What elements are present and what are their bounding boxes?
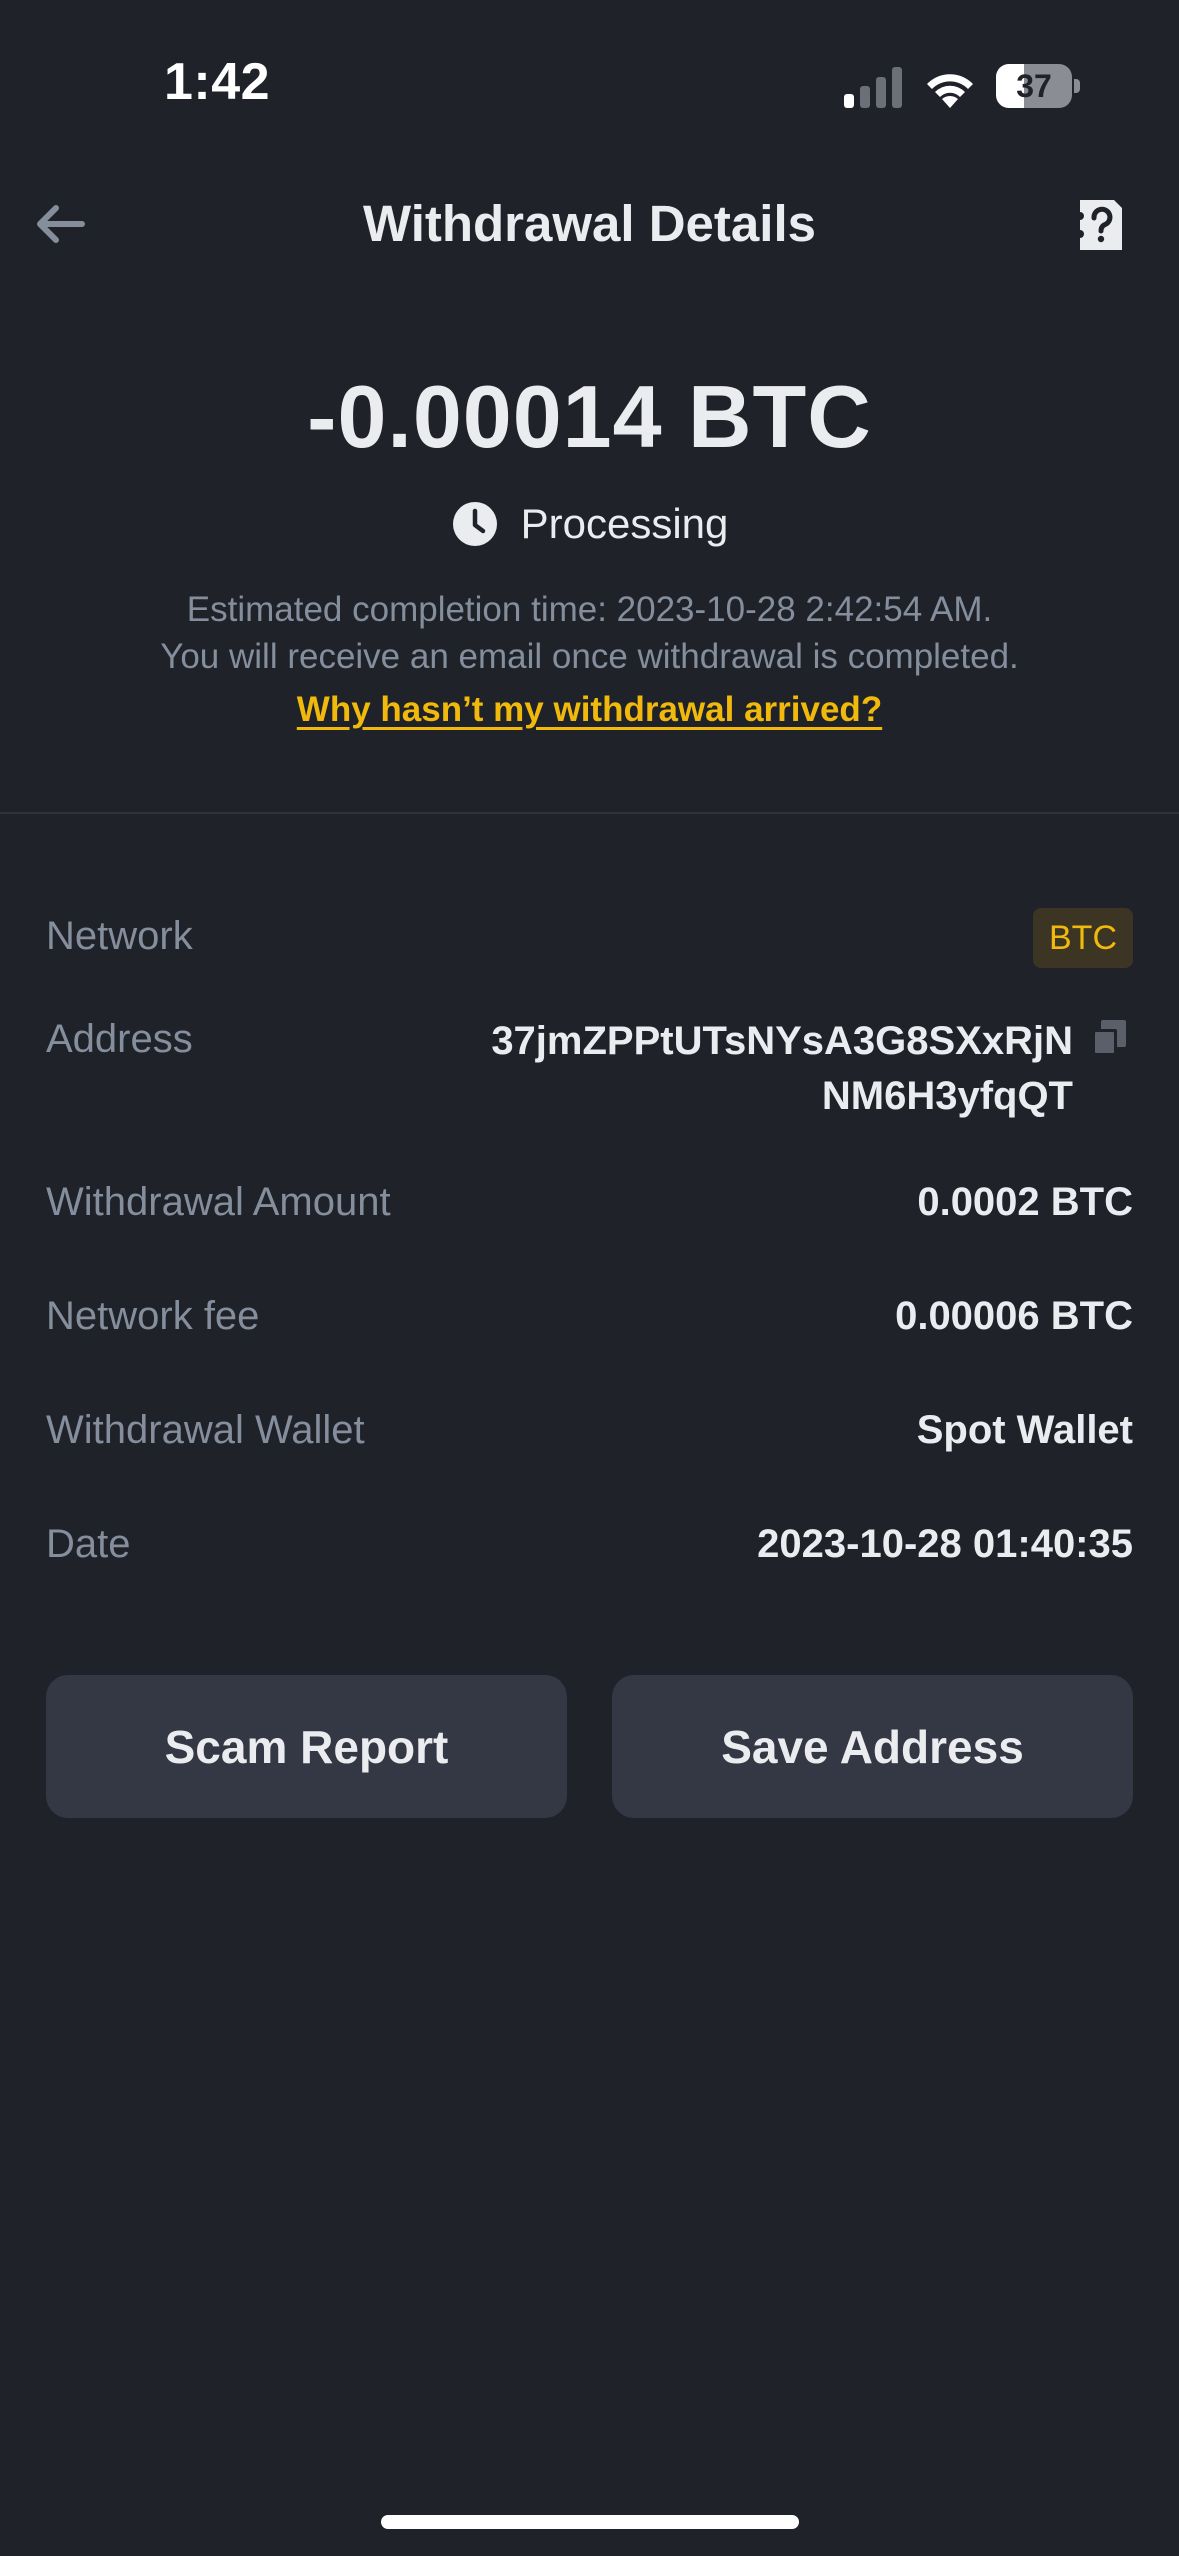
network-fee-label: Network fee	[46, 1294, 260, 1338]
status-text: Processing	[520, 500, 729, 547]
address-line-2: NM6H3yfqQT	[821, 1074, 1073, 1118]
copy-icon[interactable]	[1090, 1018, 1128, 1058]
status-bar: 1:42 37	[0, 0, 1179, 170]
date-label: Date	[46, 1522, 131, 1566]
withdrawal-wallet-value: Spot Wallet	[916, 1408, 1133, 1452]
save-address-button[interactable]: Save Address	[612, 1675, 1133, 1818]
why-not-arrived-link[interactable]: Why hasn’t my withdrawal arrived?	[0, 690, 1179, 730]
clock-icon	[452, 502, 497, 546]
withdrawal-details-screen: 1:42 37 Withdrawal Details -0.00014 BTC …	[0, 0, 1179, 2556]
withdrawal-amount-total: -0.00014 BTC	[307, 367, 872, 466]
network-label: Network	[46, 914, 193, 958]
status-row: Processing	[0, 500, 1179, 548]
battery-level: 37	[1016, 68, 1052, 104]
network-fee-value: 0.00006 BTC	[895, 1294, 1133, 1338]
divider	[0, 812, 1179, 814]
status-time: 1:42	[164, 53, 271, 111]
withdrawal-wallet-label: Withdrawal Wallet	[46, 1408, 365, 1452]
signal-icon	[844, 67, 902, 108]
address-value: 37jmZPPtUTsNYsA3G8SXxRjN NM6H3yfqQT	[491, 1014, 1073, 1124]
help-document-icon[interactable]	[1072, 196, 1130, 254]
battery-icon: 37	[996, 64, 1080, 108]
address-label: Address	[46, 1017, 193, 1061]
address-line-1: 37jmZPPtUTsNYsA3G8SXxRjN	[491, 1019, 1073, 1063]
wifi-icon	[927, 74, 973, 108]
page-title: Withdrawal Details	[363, 195, 816, 252]
date-value: 2023-10-28 01:40:35	[757, 1522, 1133, 1566]
email-notice-text: You will receive an email once withdrawa…	[160, 637, 1019, 676]
network-badge: BTC	[1033, 908, 1133, 968]
withdrawal-amount-label: Withdrawal Amount	[46, 1180, 391, 1224]
home-indicator[interactable]	[381, 2515, 799, 2529]
scam-report-button[interactable]: Scam Report	[46, 1675, 567, 1818]
estimated-completion-text: Estimated completion time: 2023-10-28 2:…	[186, 590, 993, 629]
withdrawal-amount-value: 0.0002 BTC	[917, 1180, 1133, 1224]
